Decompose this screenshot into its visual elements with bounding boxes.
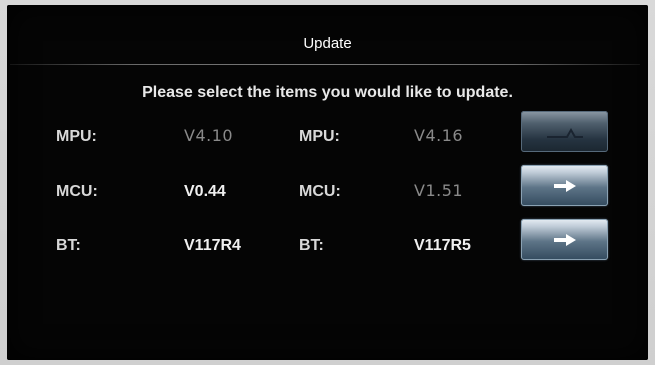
right-arrow-icon <box>553 233 576 246</box>
update-screen: Update Please select the items you would… <box>7 5 648 360</box>
faded-arrow-icon <box>546 127 583 138</box>
new-bt-version: V117R5 <box>414 237 471 254</box>
new-mpu-version: V4.16 <box>414 126 464 145</box>
right-arrow-icon <box>553 179 576 192</box>
title-divider <box>10 64 640 65</box>
new-mpu-label: MPU: <box>299 128 340 145</box>
current-mpu-version: V4.10 <box>184 126 234 145</box>
new-bt-label: BT: <box>299 237 324 254</box>
current-bt-label: BT: <box>56 237 81 254</box>
new-mcu-version: V1.51 <box>414 181 464 200</box>
instruction-text: Please select the items you would like t… <box>142 84 513 101</box>
new-mcu-label: MCU: <box>299 183 341 200</box>
current-mcu-version: V0.44 <box>184 183 226 200</box>
screen-title: Update <box>303 35 352 52</box>
device-bezel: Update Please select the items you would… <box>0 0 655 365</box>
current-bt-version: V117R4 <box>184 237 241 254</box>
update-mcu-button[interactable] <box>521 165 608 206</box>
update-mpu-button[interactable] <box>521 111 608 152</box>
current-mcu-label: MCU: <box>56 183 98 200</box>
current-mpu-label: MPU: <box>56 128 97 145</box>
update-bt-button[interactable] <box>521 219 608 260</box>
